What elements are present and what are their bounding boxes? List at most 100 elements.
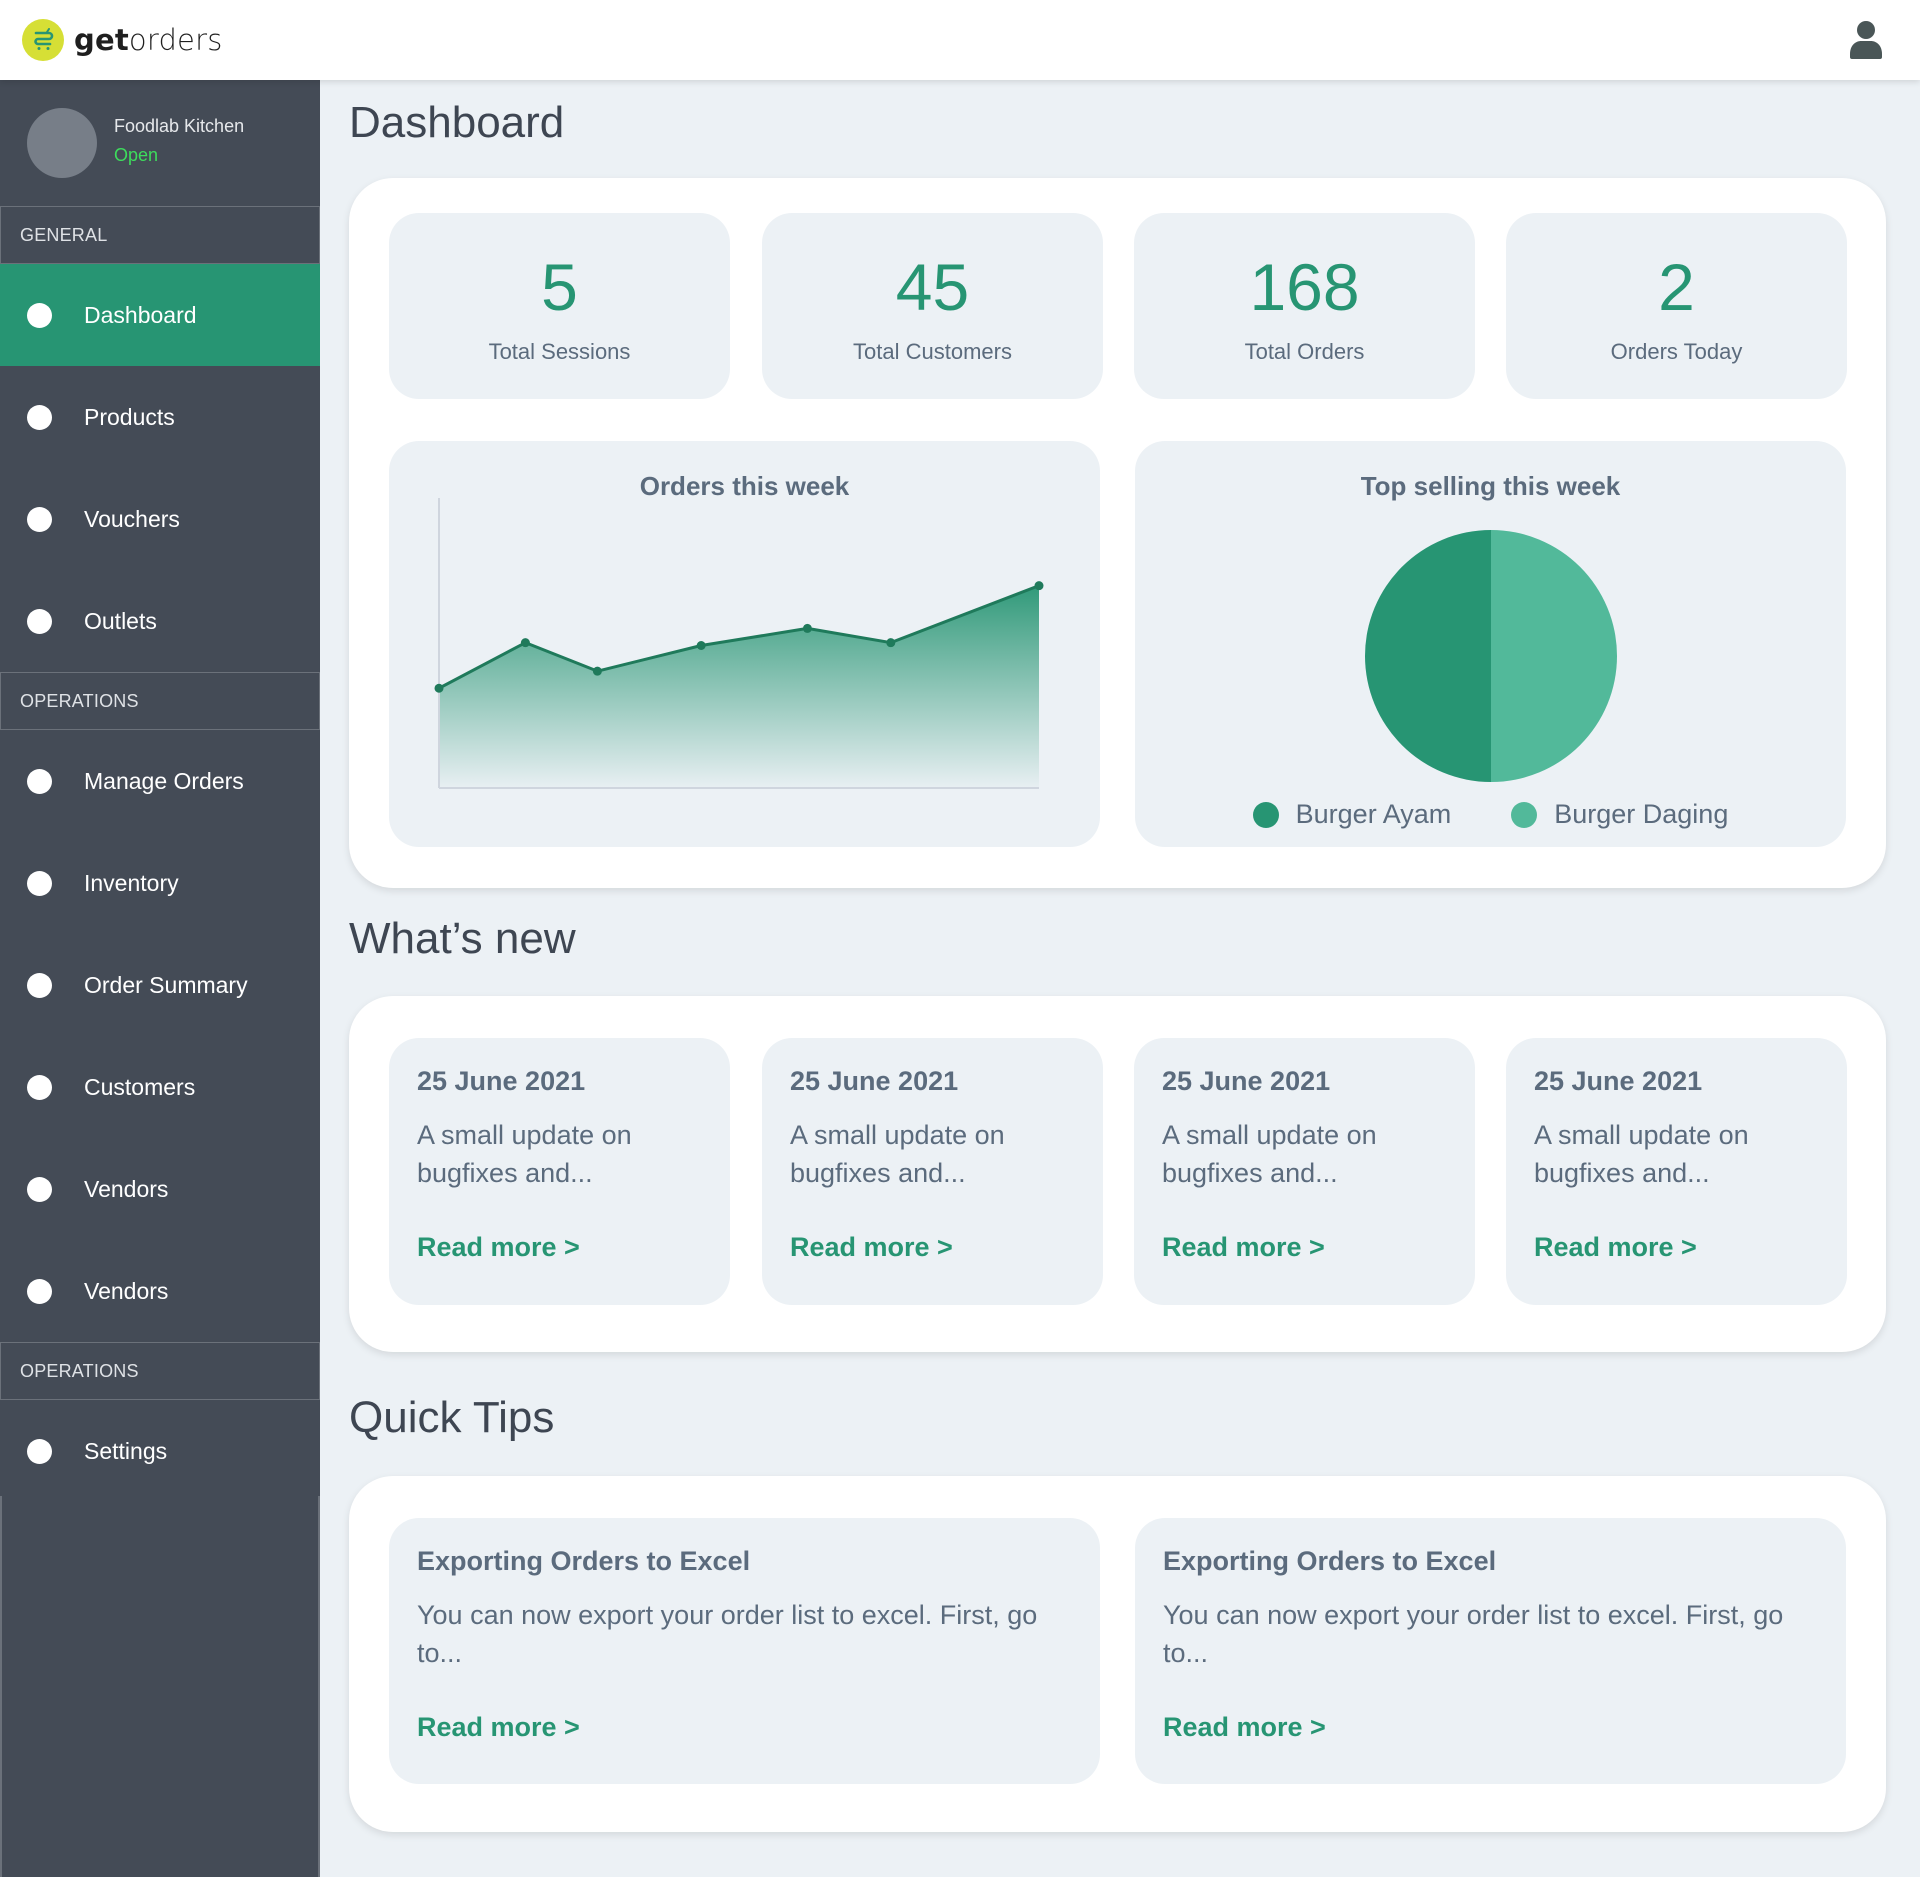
- legend-item[interactable]: Burger Daging: [1511, 799, 1728, 830]
- page-title: Dashboard: [349, 98, 565, 147]
- news-card: 25 June 2021 A small update on bugfixes …: [1506, 1038, 1847, 1305]
- news-card: 25 June 2021 A small update on bugfixes …: [762, 1038, 1103, 1305]
- data-point-6: [1034, 581, 1044, 591]
- dot-icon: [27, 870, 52, 896]
- read-more-link[interactable]: Read more >: [1162, 1232, 1325, 1263]
- stat-value: 45: [895, 250, 970, 324]
- shopping-cart-icon: [22, 19, 64, 61]
- stat-card-orders[interactable]: 168 Total Orders: [1134, 213, 1475, 399]
- data-point-4: [802, 623, 812, 633]
- sidebar-item-order-summary[interactable]: Order Summary: [0, 934, 320, 1036]
- dot-icon: [27, 972, 52, 998]
- news-date: 25 June 2021: [1162, 1066, 1331, 1096]
- sidebar-item-manage-orders[interactable]: Manage Orders: [0, 730, 320, 832]
- read-more-link[interactable]: Read more >: [417, 1232, 580, 1263]
- dot-icon: [27, 1074, 52, 1100]
- store-status: Open: [114, 145, 159, 165]
- legend-label: Burger Daging: [1554, 799, 1729, 829]
- area-fill: [439, 585, 1039, 788]
- section-label-general: GENERAL: [0, 206, 320, 264]
- section-label-operations-2: OPERATIONS: [0, 1342, 320, 1400]
- stat-card-sessions[interactable]: 5 Total Sessions: [389, 213, 730, 399]
- tip-body: You can now export your order list to ex…: [417, 1600, 1038, 1668]
- brand-logo[interactable]: getorders: [22, 19, 223, 61]
- sidebar-footer-area: [0, 1496, 320, 1877]
- news-card: 25 June 2021 A small update on bugfixes …: [389, 1038, 730, 1305]
- sidebar-item-label: Settings: [84, 1437, 168, 1464]
- sidebar-item-label: Vouchers: [84, 505, 180, 532]
- sidebar-item-dashboard[interactable]: Dashboard: [0, 264, 320, 366]
- orders-line-chart: [434, 498, 1044, 789]
- sidebar-item-vendors[interactable]: Vendors: [0, 1138, 320, 1240]
- stat-value: 5: [541, 250, 578, 324]
- legend-swatch: [1252, 801, 1279, 828]
- tip-body: You can now export your order list to ex…: [1163, 1600, 1784, 1668]
- read-more-link[interactable]: Read more >: [790, 1232, 953, 1263]
- store-profile[interactable]: Foodlab Kitchen Open: [0, 80, 320, 206]
- news-body: A small update on bugfixes and...: [1162, 1120, 1377, 1188]
- user-icon[interactable]: [1848, 20, 1884, 60]
- legend-swatch: [1511, 801, 1538, 828]
- news-date: 25 June 2021: [417, 1066, 586, 1096]
- stat-label: Total Orders: [1244, 339, 1365, 364]
- dot-icon: [27, 404, 52, 430]
- news-body: A small update on bugfixes and...: [417, 1120, 632, 1188]
- data-point-0: [434, 683, 444, 693]
- read-more-link[interactable]: Read more >: [417, 1712, 580, 1743]
- dot-icon: [27, 1278, 52, 1304]
- avatar: [27, 108, 97, 178]
- orders-chart-card: Orders this week: [389, 441, 1100, 847]
- sidebar-item-outlets[interactable]: Outlets: [0, 570, 320, 672]
- sidebar-item-label: Vendors: [84, 1277, 169, 1304]
- store-name: Foodlab Kitchen: [114, 116, 245, 136]
- sidebar-item-inventory[interactable]: Inventory: [0, 832, 320, 934]
- brand-name-bold: get: [74, 23, 129, 57]
- sidebar-item-customers[interactable]: Customers: [0, 1036, 320, 1138]
- sidebar-item-label: Outlets: [84, 607, 157, 634]
- pie-legend: Burger Ayam Burger Daging: [1135, 799, 1846, 830]
- dot-icon: [27, 1438, 52, 1464]
- news-date: 25 June 2021: [1534, 1066, 1703, 1096]
- sidebar-item-label: Dashboard: [84, 301, 197, 328]
- sidebar-item-settings[interactable]: Settings: [0, 1400, 320, 1502]
- dot-icon: [27, 1176, 52, 1202]
- news-body: A small update on bugfixes and...: [790, 1120, 1005, 1188]
- sidebar-item-label: Inventory: [84, 869, 179, 896]
- stat-label: Total Sessions: [488, 339, 631, 364]
- quick-tips-title: Quick Tips: [349, 1393, 555, 1442]
- top-selling-chart-card: Top selling this week Burger Ayam Burger…: [1135, 441, 1846, 847]
- top-bar: getorders: [0, 0, 1920, 80]
- dashboard-panel: 5 Total Sessions 45 Total Customers 168 …: [349, 178, 1886, 888]
- sidebar-item-label: Products: [84, 403, 175, 430]
- sidebar-item-label: Customers: [84, 1073, 196, 1100]
- legend-item[interactable]: Burger Ayam: [1252, 799, 1452, 830]
- dot-icon: [27, 768, 52, 794]
- quick-tips-panel: Exporting Orders to Excel You can now ex…: [349, 1476, 1886, 1832]
- read-more-link[interactable]: Read more >: [1534, 1232, 1697, 1263]
- legend-label: Burger Ayam: [1295, 799, 1452, 829]
- stat-card-customers[interactable]: 45 Total Customers: [762, 213, 1103, 399]
- news-body: A small update on bugfixes and...: [1534, 1120, 1749, 1188]
- stat-card-orders-today[interactable]: 2 Orders Today: [1506, 213, 1847, 399]
- sidebar-item-label: Order Summary: [84, 971, 248, 998]
- data-point-5: [886, 638, 896, 648]
- top-selling-pie-chart: [1365, 530, 1617, 782]
- sidebar-item-vendors-2[interactable]: Vendors: [0, 1240, 320, 1342]
- stat-value: 168: [1249, 250, 1360, 324]
- read-more-link[interactable]: Read more >: [1163, 1712, 1326, 1743]
- tip-card: Exporting Orders to Excel You can now ex…: [389, 1518, 1100, 1784]
- data-point-2: [592, 666, 602, 676]
- whats-new-title: What’s new: [349, 914, 576, 963]
- sidebar-item-vouchers[interactable]: Vouchers: [0, 468, 320, 570]
- data-point-1: [520, 638, 530, 648]
- data-point-3: [696, 641, 706, 650]
- tip-card: Exporting Orders to Excel You can now ex…: [1135, 1518, 1846, 1784]
- sidebar-nav: GENERAL Dashboard Products Vouchers Outl…: [0, 206, 320, 1502]
- brand-name-light: orders: [128, 23, 223, 57]
- section-label-operations: OPERATIONS: [0, 672, 320, 730]
- dot-icon: [27, 608, 52, 634]
- sidebar-item-label: Vendors: [84, 1175, 169, 1202]
- news-date: 25 June 2021: [790, 1066, 959, 1096]
- sidebar-item-products[interactable]: Products: [0, 366, 320, 468]
- news-card: 25 June 2021 A small update on bugfixes …: [1134, 1038, 1475, 1305]
